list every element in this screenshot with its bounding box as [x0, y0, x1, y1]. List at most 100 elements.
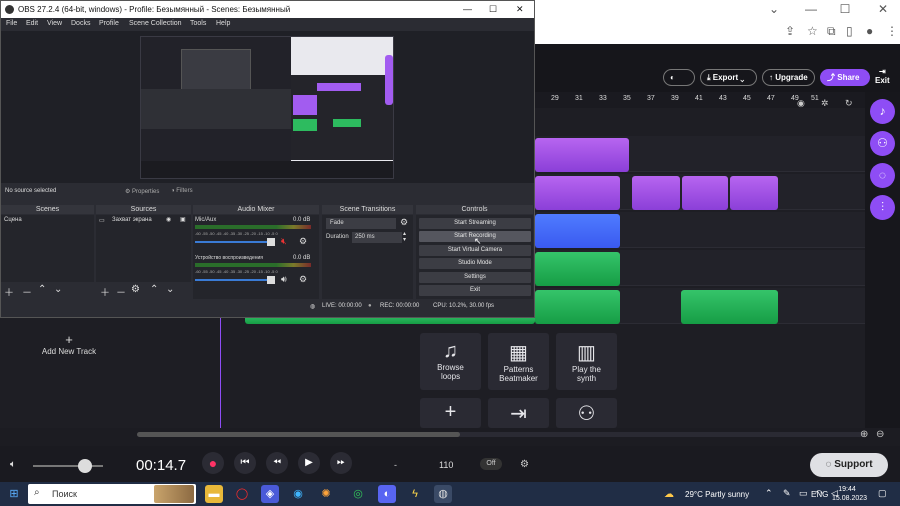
support-button[interactable]: ◌ Support	[810, 453, 888, 477]
theme-toggle[interactable]: ◐	[663, 69, 695, 86]
bolt-icon[interactable]: ϟ	[406, 485, 424, 503]
filters-button[interactable]: ◑ Filters	[171, 188, 193, 194]
menu-profile[interactable]: Profile	[99, 20, 119, 27]
add-scene-icon[interactable]: ＋	[4, 284, 14, 299]
play-synth-tile[interactable]: ▥ Play the synth	[556, 333, 617, 390]
windows-start-icon[interactable]: ⊞	[5, 485, 23, 503]
browse-loops-tile[interactable]: ♫ Browse loops	[420, 333, 481, 390]
import-tile[interactable]: ⇥	[488, 398, 549, 428]
timeline-ruler[interactable]: 29 31 33 35 37 39 41 43 45 47 49 51	[535, 92, 865, 108]
music-note-icon[interactable]: ♪	[870, 99, 895, 124]
audio-clip[interactable]	[535, 176, 620, 210]
chrome-icon[interactable]: ◎	[349, 485, 367, 503]
sidebar-icon[interactable]: ▯	[846, 24, 853, 38]
midi-clip[interactable]	[535, 290, 620, 324]
move-down-icon[interactable]: ⌄	[166, 284, 174, 295]
key-display[interactable]: -	[394, 460, 397, 470]
obs-icon[interactable]: ◍	[434, 485, 452, 503]
export-button[interactable]: ⤓ Export ⌄	[700, 69, 757, 86]
mixer-icon[interactable]: ⫶	[870, 195, 895, 220]
share-page-icon[interactable]: ⇪	[785, 24, 795, 38]
settings-button[interactable]: Settings	[419, 272, 531, 283]
notification-icon[interactable]: ▢	[878, 488, 887, 499]
midi-clip[interactable]	[681, 290, 778, 324]
audio-clip[interactable]	[632, 176, 680, 210]
patterns-beatmaker-tile[interactable]: ▦ Patterns Beatmaker	[488, 333, 549, 390]
properties-button[interactable]: ⚙ Properties	[125, 188, 159, 195]
fast-forward-button[interactable]: ⏩︎	[330, 452, 352, 474]
menu-edit[interactable]: Edit	[26, 20, 38, 27]
playhead[interactable]	[220, 300, 221, 428]
menu-help[interactable]: Help	[216, 20, 230, 27]
scene-item[interactable]: Сцена	[4, 217, 22, 223]
opera-icon[interactable]: ◯	[233, 485, 251, 503]
studio-mode-button[interactable]: Studio Mode	[419, 258, 531, 269]
zoom-out-icon[interactable]: ⊖	[876, 429, 884, 440]
menu-view[interactable]: View	[47, 20, 62, 27]
minimize-icon[interactable]: —	[463, 1, 472, 18]
volume-slider[interactable]	[33, 459, 103, 473]
maximize-icon[interactable]: ☐	[831, 0, 859, 18]
lock-icon[interactable]: ▣	[180, 216, 186, 223]
chat-icon[interactable]: ◌	[870, 163, 895, 188]
menu-tools[interactable]: Tools	[190, 20, 206, 27]
audio-clip[interactable]	[682, 176, 728, 210]
gear-icon[interactable]: ⚙	[400, 217, 408, 228]
audio-clip[interactable]	[535, 138, 629, 172]
remove-source-icon[interactable]: －	[116, 284, 126, 299]
source-settings-icon[interactable]: ⚙	[131, 284, 140, 295]
pen-icon[interactable]: ✎	[783, 488, 791, 499]
invite-tile[interactable]: ⚇	[556, 398, 617, 428]
horizontal-scrollbar[interactable]	[137, 432, 865, 437]
record-button[interactable]: ●	[202, 452, 224, 474]
share-button[interactable]: ⤴ Share	[820, 69, 870, 86]
skip-back-button[interactable]: ⏮︎	[234, 452, 256, 474]
weather-text[interactable]: 29°C Partly sunny	[685, 490, 749, 499]
upgrade-button[interactable]: ↑ Upgrade	[762, 69, 815, 86]
visibility-icon[interactable]: ◉	[166, 216, 171, 223]
menu-scene-collection[interactable]: Scene Collection	[129, 20, 182, 27]
zoom-in-icon[interactable]: ⊕	[860, 429, 868, 440]
start-streaming-button[interactable]: Start Streaming	[419, 218, 531, 229]
file-explorer-icon[interactable]: ▬	[205, 485, 223, 503]
profile-icon[interactable]: ●	[866, 24, 873, 38]
network-icon[interactable]: ▭	[799, 488, 808, 499]
gear-icon[interactable]: ⚙	[299, 236, 307, 247]
extensions-icon[interactable]: ⧉	[827, 24, 836, 39]
close-icon[interactable]: ✕	[516, 1, 524, 18]
language-indicator[interactable]: ENG	[811, 490, 828, 499]
taskbar-search[interactable]: ⌕ Поиск	[28, 484, 196, 504]
move-up-icon[interactable]: ⌃	[150, 284, 158, 295]
speaker-icon[interactable]: 🔊︎	[281, 274, 287, 285]
obs-preview-canvas[interactable]	[140, 36, 394, 179]
audio-clip[interactable]	[535, 214, 620, 248]
add-tile[interactable]: +	[420, 398, 481, 428]
minimize-icon[interactable]: —	[797, 0, 825, 18]
maximize-icon[interactable]: ☐	[489, 1, 497, 18]
app-icon[interactable]: ◈	[261, 485, 279, 503]
muted-speaker-icon[interactable]: 🔇︎	[281, 236, 287, 247]
menu-docks[interactable]: Docks	[71, 20, 90, 27]
exit-button[interactable]: ⇥ Exit	[875, 67, 890, 85]
chevron-down-icon[interactable]: ⌄	[760, 0, 788, 18]
volume-slider[interactable]	[195, 276, 275, 284]
duration-input[interactable]: 250 ms	[352, 232, 402, 243]
move-up-icon[interactable]: ⌃	[38, 284, 46, 295]
tray-chevron-icon[interactable]: ⌃	[765, 488, 773, 499]
add-source-icon[interactable]: ＋	[100, 284, 110, 299]
obs-titlebar[interactable]: OBS 27.2.4 (64-bit, windows) - Profile: …	[1, 1, 534, 18]
bpm-display[interactable]: 110	[439, 460, 453, 470]
remove-scene-icon[interactable]: －	[22, 284, 32, 299]
rewind-button[interactable]: ⏪︎	[266, 452, 288, 474]
metronome-toggle[interactable]: Off	[480, 458, 502, 470]
play-button[interactable]: ▶	[298, 452, 320, 474]
gear-icon[interactable]: ⚙	[299, 274, 307, 285]
menu-icon[interactable]: ⋮	[886, 24, 898, 38]
midi-clip[interactable]	[535, 252, 620, 286]
scrollbar-thumb[interactable]	[137, 432, 460, 437]
edge-icon[interactable]: ◉	[289, 485, 307, 503]
duration-stepper[interactable]: ▴ ▾	[403, 231, 406, 243]
transition-select[interactable]: Fade	[326, 218, 396, 229]
discord-icon[interactable]: ◐	[378, 485, 396, 503]
clock[interactable]: 19:44 15.08.2023	[832, 485, 867, 503]
